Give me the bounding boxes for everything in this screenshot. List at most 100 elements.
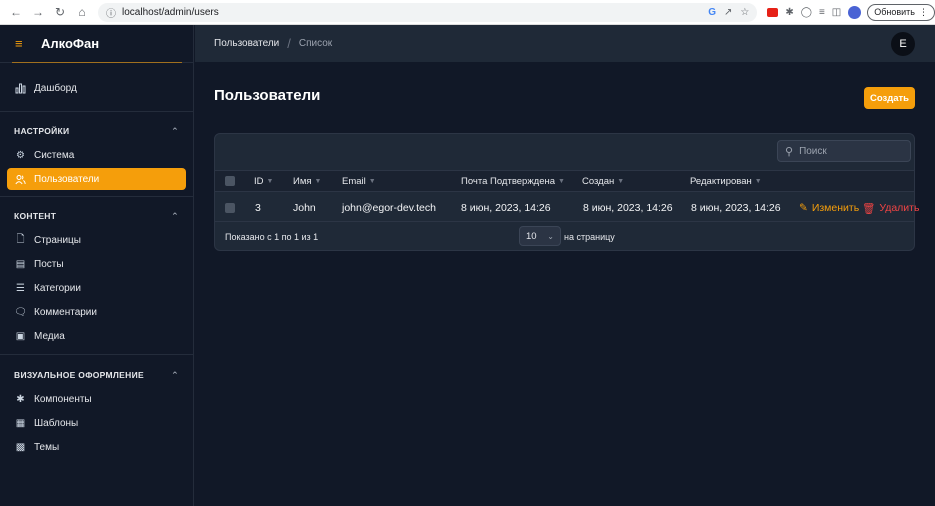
- sidebar-item-label: Медиа: [34, 330, 65, 342]
- site-info-icon[interactable]: ⓘ: [106, 5, 116, 20]
- sidebar-item-users[interactable]: Пользователи: [7, 168, 186, 190]
- sidebar-item-system[interactable]: ⚙ Система: [7, 144, 186, 166]
- search-icon: ⚲: [785, 145, 794, 158]
- sidebar: ≡ АлкоФан Дашборд НАСТРОЙКИ ⌃ ⚙ Система …: [0, 25, 194, 506]
- sidebar-item-templates[interactable]: ▦ Шаблоны: [7, 412, 186, 434]
- section-settings-header[interactable]: НАСТРОЙКИ ⌃: [0, 124, 193, 138]
- extension-icon[interactable]: ◯: [801, 7, 812, 18]
- update-button-label: Обновить: [874, 7, 915, 17]
- sidebar-item-label: Темы: [34, 441, 60, 453]
- cell-updated: 8 июн, 2023, 14:26: [691, 202, 781, 214]
- menu-toggle-icon[interactable]: ≡: [15, 36, 29, 51]
- per-page-label: на страницу: [564, 232, 615, 242]
- edit-button[interactable]: ✎ Изменить: [799, 195, 859, 221]
- reading-list-icon[interactable]: ≡: [819, 7, 825, 18]
- address-bar[interactable]: ⓘ localhost/admin/users G ↗ ☆: [98, 2, 758, 22]
- document-icon: 🗋: [16, 233, 25, 245]
- youtube-extension-icon[interactable]: [767, 7, 779, 17]
- column-label: Email: [342, 175, 366, 187]
- users-icon: [15, 174, 26, 185]
- template-icon: ▦: [15, 417, 26, 429]
- section-title: КОНТЕНТ: [14, 211, 57, 221]
- sidebar-item-comments[interactable]: 🗨 Комментарии: [7, 301, 186, 323]
- sidebar-item-posts[interactable]: ▤ Посты: [7, 253, 186, 275]
- brand-underline: [12, 62, 182, 63]
- sidebar-item-pages[interactable]: 🗋 Страницы: [7, 229, 186, 251]
- sidebar-item-dashboard[interactable]: Дашборд: [7, 77, 186, 99]
- chevron-down-icon: ⌄: [547, 231, 554, 241]
- share-icon[interactable]: ↗: [724, 7, 732, 18]
- more-menu-icon[interactable]: ⋮: [919, 7, 928, 18]
- column-id[interactable]: ID ▼: [254, 171, 273, 191]
- sort-icon: ▼: [314, 177, 322, 185]
- sidebar-item-components[interactable]: ✱ Компоненты: [7, 388, 186, 410]
- row-checkbox[interactable]: [225, 195, 235, 221]
- update-button[interactable]: Обновить ⋮: [867, 3, 935, 21]
- grid-icon: ▩: [15, 441, 26, 453]
- create-button[interactable]: Создать: [864, 87, 915, 109]
- column-label: ID: [254, 175, 264, 187]
- list-icon: ☰: [16, 282, 25, 294]
- google-icon[interactable]: G: [708, 7, 716, 18]
- sidebar-item-label: Категории: [34, 282, 81, 294]
- chevron-up-icon[interactable]: ⌃: [171, 370, 179, 381]
- sort-icon: ▼: [617, 177, 625, 185]
- search-input[interactable]: [799, 145, 900, 157]
- column-email[interactable]: Email ▼: [342, 171, 376, 191]
- sort-icon: ▼: [754, 177, 762, 185]
- bookmark-star-icon[interactable]: ☆: [740, 7, 749, 18]
- column-verified[interactable]: Почта Подтверждена ▼: [461, 171, 565, 191]
- reload-icon[interactable]: ↻: [50, 2, 70, 22]
- section-title: НАСТРОЙКИ: [14, 126, 70, 136]
- search-field[interactable]: ⚲: [777, 140, 911, 162]
- back-icon[interactable]: ←: [6, 2, 26, 22]
- table-row[interactable]: 3 John john@egor-dev.tech 8 июн, 2023, 1…: [215, 195, 919, 222]
- gear-icon: ⚙: [16, 149, 25, 161]
- section-appearance-header[interactable]: ВИЗУАЛЬНОЕ ОФОРМЛЕНИЕ ⌃: [0, 368, 193, 382]
- section-title: ВИЗУАЛЬНОЕ ОФОРМЛЕНИЕ: [14, 370, 144, 380]
- sidebar-item-label: Система: [34, 149, 75, 161]
- side-panel-icon[interactable]: ◫: [832, 7, 841, 18]
- column-name[interactable]: Имя ▼: [293, 171, 321, 191]
- chat-bubbles-icon: 🗨: [14, 306, 27, 318]
- column-label: Редактирован: [690, 175, 752, 187]
- cell-verified: 8 июн, 2023, 14:26: [461, 202, 551, 214]
- home-icon[interactable]: ⌂: [72, 2, 92, 22]
- column-label: Создан: [582, 175, 615, 187]
- cell-created: 8 июн, 2023, 14:26: [583, 202, 673, 214]
- image-icon: ▣: [15, 330, 26, 342]
- breadcrumb-list: Список: [298, 38, 333, 49]
- cell-email: john@egor-dev.tech: [342, 202, 436, 214]
- chevron-up-icon[interactable]: ⌃: [171, 126, 179, 137]
- chevron-up-icon[interactable]: ⌃: [171, 211, 179, 222]
- column-label: Имя: [293, 175, 312, 187]
- column-updated[interactable]: Редактирован ▼: [690, 171, 762, 191]
- sidebar-item-label: Шаблоны: [34, 417, 79, 429]
- newspaper-icon: ▤: [15, 258, 26, 270]
- sidebar-item-media[interactable]: ▣ Медиа: [7, 325, 186, 347]
- sidebar-item-label: Страницы: [34, 234, 81, 246]
- profile-avatar-icon[interactable]: [848, 5, 862, 19]
- brand-name: АлкоФан: [41, 36, 100, 51]
- sort-icon: ▼: [558, 177, 565, 185]
- section-content-header[interactable]: КОНТЕНТ ⌃: [0, 209, 193, 223]
- puzzle-icon: ✱: [16, 393, 25, 405]
- cell-id: 3: [255, 202, 261, 214]
- sidebar-item-label: Комментарии: [34, 306, 97, 318]
- per-page-select[interactable]: 10 ⌄: [519, 226, 561, 246]
- forward-icon[interactable]: →: [28, 2, 48, 22]
- column-label: Почта Подтверждена: [461, 175, 556, 187]
- top-bar: Пользователи / Список E: [195, 25, 935, 63]
- brand-bar: ≡ АлкоФан: [0, 25, 193, 63]
- pagination-summary: Показано с 1 по 1 из 1: [225, 232, 319, 242]
- delete-label: Удалить: [879, 202, 920, 214]
- select-all-checkbox[interactable]: [225, 171, 235, 191]
- sidebar-item-categories[interactable]: ☰ Категории: [7, 277, 186, 299]
- sidebar-item-label: Дашборд: [34, 82, 77, 94]
- puzzle-extensions-icon[interactable]: ✱: [785, 7, 793, 18]
- user-avatar[interactable]: E: [891, 32, 915, 56]
- column-created[interactable]: Создан ▼: [582, 171, 624, 191]
- delete-button[interactable]: 🗑 Удалить: [862, 195, 919, 221]
- sidebar-item-themes[interactable]: ▩ Темы: [7, 436, 186, 458]
- breadcrumb-users[interactable]: Пользователи: [214, 38, 279, 49]
